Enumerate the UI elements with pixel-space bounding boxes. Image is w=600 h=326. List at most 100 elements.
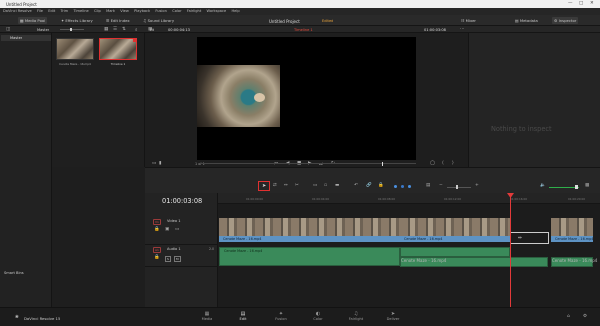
page-media[interactable]: ▦ Media (189, 311, 225, 321)
menu-playback[interactable]: Playback (134, 8, 150, 15)
media-clip-thumbnail[interactable] (56, 38, 94, 60)
menu-help[interactable]: Help (231, 8, 239, 15)
audio-lock-icon[interactable]: 🔒 (154, 255, 160, 260)
timeline-name[interactable]: Timeline 1 (294, 28, 313, 32)
track-lock-icon[interactable]: 🔒 (154, 227, 160, 232)
mixer-button[interactable]: ☷ Mixer (459, 17, 478, 24)
position-lock-icon[interactable]: 🔒 (378, 183, 384, 188)
menu-color[interactable]: Color (172, 8, 181, 15)
grid-view-icon[interactable]: ▦ (104, 27, 108, 32)
timeline-ruler[interactable]: 01:00:00:00 01:00:04:00 01:00:08:00 01:0… (218, 193, 600, 204)
mark-out-icon[interactable]: ⟩ (452, 161, 454, 166)
master-bin-item[interactable]: Master (1, 35, 51, 41)
slider-handle[interactable] (70, 28, 72, 31)
insert-clip-icon[interactable]: ▭ (313, 183, 317, 188)
flag-blue-icon[interactable] (394, 185, 397, 188)
timeline-thumbnail[interactable] (99, 38, 137, 60)
sort-icon[interactable]: ⇅ (122, 27, 126, 32)
page-deliver[interactable]: ➤ Deliver (375, 311, 411, 321)
menu-trim[interactable]: Trim (61, 8, 69, 15)
track-visibility-icon[interactable]: ▭ (175, 227, 179, 232)
inspector-button[interactable]: ⚙ Inspector (552, 17, 579, 24)
clip-info-icon[interactable]: ▭ (152, 161, 156, 166)
menu-davinci[interactable]: DaVinci Resolve (3, 8, 32, 15)
metadata-icon: ▤ (515, 18, 519, 23)
video-clip[interactable]: Cenote Maze - 16.mp4 (219, 218, 400, 246)
effects-library-button[interactable]: ✦ Effects Library (59, 17, 95, 24)
timeline-view-options-icon[interactable]: ▤ (426, 183, 430, 188)
audio-clip[interactable] (400, 247, 510, 257)
blade-tool-icon[interactable]: ✂ (295, 183, 299, 188)
match-frame-icon[interactable]: ◯ (430, 161, 435, 166)
home-icon[interactable]: ⌂ (567, 314, 570, 319)
metadata-button[interactable]: ▤ Metadata (513, 17, 540, 24)
menu-view[interactable]: View (120, 8, 129, 15)
menu-clip[interactable]: Clip (94, 8, 101, 15)
sound-library-button[interactable]: ♫ Sound Library (141, 17, 176, 24)
more-options-icon[interactable]: ⋯ (460, 27, 465, 32)
zoom-in-icon[interactable]: + (475, 183, 479, 188)
menu-file[interactable]: File (37, 8, 43, 15)
menu-fairlight[interactable]: Fairlight (187, 8, 201, 15)
timeline-fullscreen-icon[interactable]: ▩ (585, 183, 589, 188)
audio-clip[interactable]: Cenote Maze - 16.mp4 (400, 257, 548, 267)
viewer-scrubber[interactable] (200, 163, 416, 164)
page-edit[interactable]: ▤ Edit (225, 311, 261, 321)
playhead[interactable] (510, 196, 511, 307)
audio-clip[interactable]: Cenote Maze - 16.mp4 (551, 257, 597, 267)
page-fusion[interactable]: ✦ Fusion (263, 311, 299, 321)
flag-color-icon[interactable] (408, 185, 411, 188)
viewer-screen[interactable] (197, 37, 416, 160)
mark-in-icon[interactable]: ⟨ (442, 161, 444, 166)
menu-timeline[interactable]: Timeline (73, 8, 88, 15)
video-clip[interactable]: Cenote Maze - 16.mp4 (551, 218, 593, 246)
settings-gear-icon[interactable]: ⚙ (583, 314, 587, 319)
menu-workspace[interactable]: Workspace (207, 8, 227, 15)
media-pool-label: Media Pool (24, 18, 46, 23)
snapping-icon[interactable]: ↶ (354, 183, 358, 188)
list-view-icon[interactable]: ☰ (113, 27, 117, 32)
viewer-scrubber-handle[interactable] (382, 161, 383, 166)
marker-blue-icon[interactable] (401, 185, 404, 188)
selected-gap[interactable] (510, 232, 549, 244)
zoom-out-icon[interactable]: − (439, 183, 443, 188)
panel-toggle-icon[interactable]: ◫ (6, 27, 10, 32)
close-icon[interactable]: ✕ (590, 1, 594, 6)
video-clip[interactable]: Cenote Maze - 16.mp4 (400, 218, 510, 246)
page-color[interactable]: ◐ Color (300, 311, 336, 321)
auto-select-icon[interactable]: ▣ (165, 227, 169, 232)
trim-tool-icon[interactable]: ⇄ (273, 183, 277, 188)
timeline-marker-icon (133, 38, 137, 42)
video-track-badge[interactable]: V1 (153, 219, 161, 225)
selection-tool-button[interactable]: ➤ (258, 181, 270, 191)
video-frame-image (197, 65, 280, 127)
source-timecode: 00:00:04:13 (168, 27, 190, 32)
mixer-label: Mixer (465, 18, 476, 23)
edit-index-button[interactable]: ☰ Edit Index (104, 17, 132, 24)
menu-mark[interactable]: Mark (106, 8, 115, 15)
solo-button[interactable]: S (165, 256, 171, 262)
volume-icon[interactable]: 🔈 (540, 183, 546, 188)
audio-track-badge[interactable]: A1 (153, 247, 161, 253)
menu-edit[interactable]: Edit (48, 8, 55, 15)
timeline-zoom-slider[interactable] (447, 187, 471, 188)
timeline-zoom-handle[interactable] (456, 185, 458, 189)
mute-button[interactable]: M (174, 256, 181, 262)
search-icon[interactable]: ⌕ (135, 27, 138, 33)
page-fairlight[interactable]: ♫ Fairlight (338, 311, 374, 321)
audio-meter-icon[interactable]: ▮ (159, 161, 161, 166)
thumbnail-size-slider[interactable] (60, 29, 84, 30)
zoom-fit[interactable]: Fit (150, 28, 154, 32)
maximize-icon[interactable]: □ (579, 1, 583, 6)
volume-handle[interactable] (575, 185, 578, 189)
media-pool-button[interactable]: ▦ Media Pool (18, 17, 48, 24)
minimize-icon[interactable]: — (568, 1, 573, 6)
linked-selection-icon[interactable]: 🔗 (366, 183, 372, 188)
overwrite-clip-icon[interactable]: ▫ (324, 183, 327, 188)
menu-fusion[interactable]: Fusion (155, 8, 167, 15)
replace-clip-icon[interactable]: ▬ (335, 183, 339, 188)
effects-library-label: Effects Library (65, 18, 93, 23)
audio-clip[interactable]: Cenote Maze - 16.mp4 (219, 247, 400, 266)
dynamic-trim-icon[interactable]: ↔ (284, 183, 288, 188)
audio-clip-label: Cenote Maze - 16.mp4 (552, 258, 598, 263)
